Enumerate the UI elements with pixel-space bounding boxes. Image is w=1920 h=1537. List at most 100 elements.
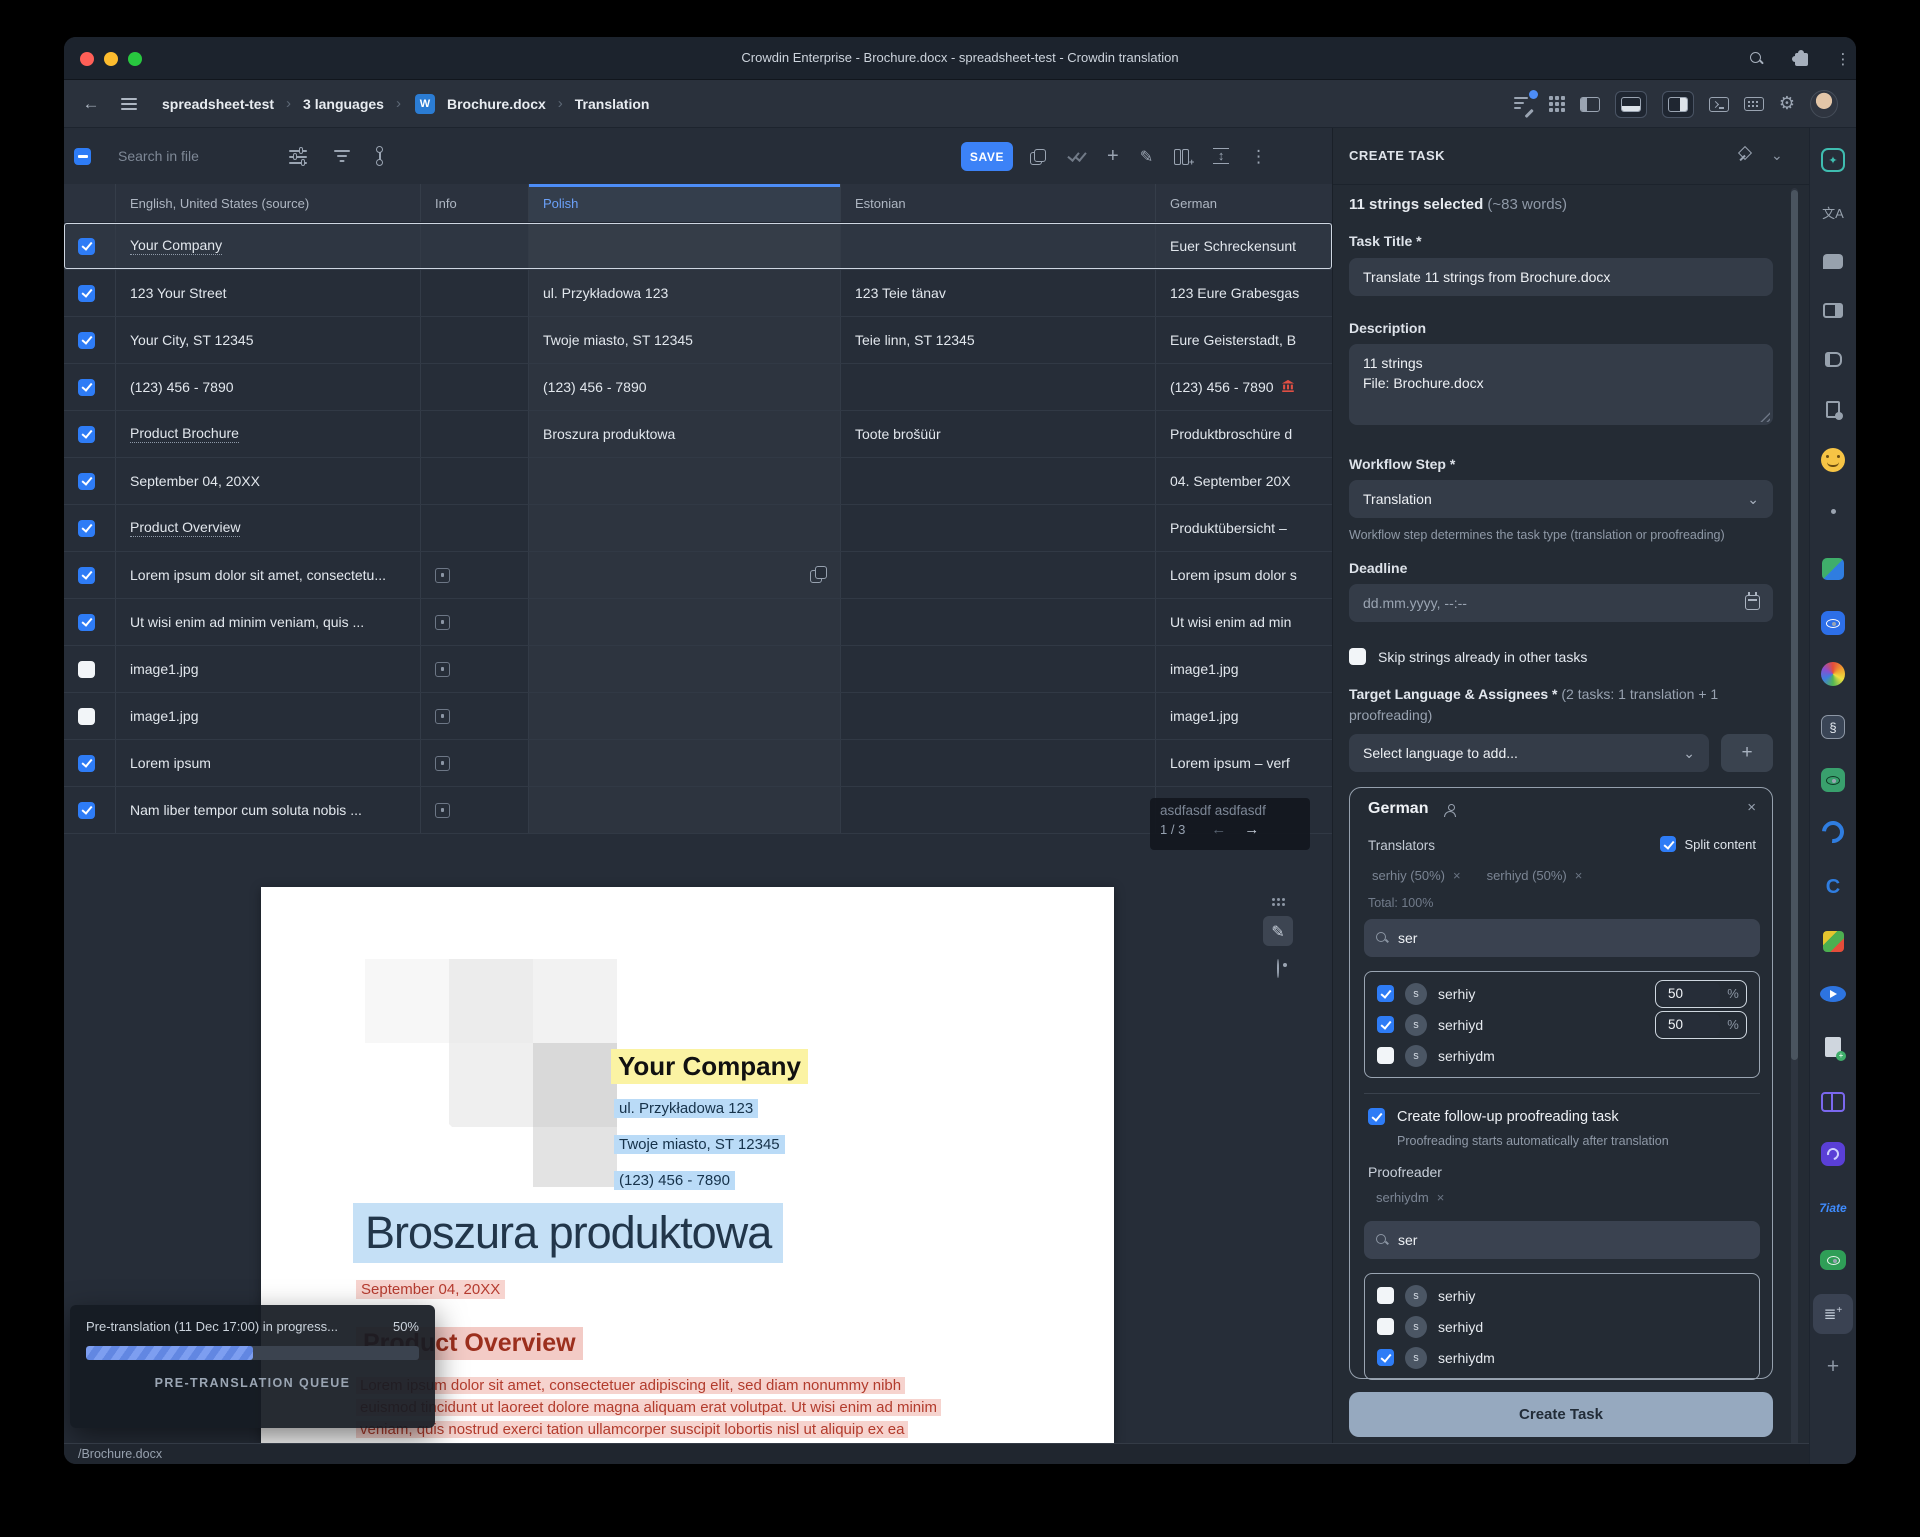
add-string-icon[interactable]: + [1107, 146, 1119, 166]
skip-strings-row[interactable]: Skip strings already in other tasks [1349, 648, 1587, 665]
pretranslate-icon[interactable] [1514, 96, 1534, 112]
table-row[interactable]: Product Brochure Broszura produktowaToot… [64, 411, 1332, 458]
doc-plus-app-icon[interactable]: + [1816, 1030, 1850, 1064]
c-app-icon[interactable]: C [1816, 870, 1850, 904]
remove-tag-icon[interactable]: × [1575, 868, 1583, 883]
member-row[interactable]: s serhiy [1365, 1280, 1759, 1311]
add-language-button[interactable]: + [1721, 734, 1773, 772]
column-header-source[interactable]: English, United States (source) [115, 184, 420, 222]
workflow-steps-icon[interactable] [375, 146, 385, 166]
member-checkbox[interactable] [1377, 1016, 1394, 1033]
split-content-row[interactable]: Split content [1660, 836, 1756, 852]
collapse-panel-icon[interactable]: ⌄ [1771, 148, 1783, 162]
member-checkbox[interactable] [1377, 985, 1394, 1002]
table-row[interactable]: Product Overview Produktübersicht – [64, 505, 1332, 552]
paragraph-app-icon[interactable]: § [1816, 710, 1850, 744]
string-info-icon[interactable] [435, 615, 450, 630]
row-checkbox[interactable] [78, 332, 95, 349]
grid-view-icon[interactable] [1549, 96, 1565, 112]
member-row[interactable]: s serhiyd [1365, 1311, 1759, 1342]
glossary-book-icon[interactable] [1816, 342, 1850, 376]
table-row[interactable]: (123) 456 - 7890 (123) 456 - 7890 (123) … [64, 364, 1332, 411]
browser-search-icon[interactable] [1746, 48, 1768, 70]
add-column-icon[interactable]: + [1174, 149, 1192, 164]
right-panel-toggle[interactable] [1662, 91, 1694, 118]
translator-tag[interactable]: serhiy (50%)× [1372, 868, 1461, 883]
breadcrumb-project[interactable]: spreadsheet-test [162, 96, 274, 112]
column-header-polish[interactable]: Polish [528, 184, 840, 222]
color-wheel-icon[interactable] [1816, 657, 1850, 691]
pretranslation-toast[interactable]: Pre-translation (11 Dec 17:00) in progre… [70, 1305, 435, 1428]
member-row[interactable]: s serhiy 50% [1365, 978, 1759, 1009]
string-info-icon[interactable] [435, 662, 450, 677]
search-settings-icon[interactable] [289, 148, 309, 164]
table-row[interactable]: 123 Your Street ul. Przykładowa 123123 T… [64, 270, 1332, 317]
column-header-info[interactable]: Info [420, 184, 528, 222]
bottom-panel-toggle[interactable] [1615, 91, 1647, 118]
row-checkbox[interactable] [78, 802, 95, 819]
remove-language-icon[interactable]: × [1747, 799, 1756, 816]
member-checkbox[interactable] [1377, 1047, 1394, 1064]
comments-icon[interactable] [1816, 244, 1850, 278]
copy-source-cell-icon[interactable] [810, 566, 826, 582]
row-checkbox[interactable] [78, 426, 95, 443]
settings-gear-icon[interactable]: ⚙ [1779, 95, 1795, 113]
emoji-app-icon[interactable] [1816, 443, 1850, 477]
proofreader-tag[interactable]: serhiydm× [1376, 1190, 1444, 1205]
eye-play-app-icon[interactable] [1816, 977, 1850, 1011]
ai-assistant-icon[interactable]: ✦ [1816, 143, 1850, 177]
green-eye2-app-icon[interactable] [1816, 1243, 1850, 1277]
description-textarea[interactable]: 11 strings File: Brochure.docx [1349, 344, 1773, 425]
browser-menu-icon[interactable]: ⋮ [1832, 48, 1854, 70]
purple-columns-app-icon[interactable] [1816, 1085, 1850, 1119]
percent-input[interactable]: 50% [1655, 1011, 1747, 1039]
keyboard-shortcuts-icon[interactable] [1744, 97, 1764, 111]
language-select[interactable]: Select language to add... ⌄ [1349, 734, 1709, 772]
table-row[interactable]: September 04, 20XX 04. September 20X [64, 458, 1332, 505]
logo-text-app-icon[interactable]: 7iate [1816, 1191, 1850, 1225]
inline-translation-editor[interactable]: asdfasdf asdfasdf 1 / 3 ← → [1150, 798, 1310, 850]
proofreader-search-input[interactable]: ser [1364, 1221, 1760, 1259]
row-checkbox[interactable] [78, 755, 95, 772]
pretranslation-queue-link[interactable]: PRE-TRANSLATION QUEUE [86, 1376, 419, 1390]
translator-tag[interactable]: serhiyd (50%)× [1487, 868, 1583, 883]
row-checkbox[interactable] [78, 520, 95, 537]
row-checkbox[interactable] [78, 708, 95, 725]
row-checkbox[interactable] [78, 238, 95, 255]
row-checkbox[interactable] [78, 285, 95, 302]
blue-swirl-app-icon[interactable] [1816, 815, 1850, 849]
row-checkbox[interactable] [78, 567, 95, 584]
preview-visibility-button[interactable] [1277, 960, 1279, 978]
table-row[interactable]: image1.jpg image1.jpg [64, 646, 1332, 693]
console-icon[interactable] [1709, 97, 1729, 112]
pin-panel-icon[interactable] [1736, 146, 1754, 164]
table-row[interactable]: Lorem ipsum dolor sit amet, consectetu..… [64, 552, 1332, 599]
user-avatar[interactable] [1810, 90, 1838, 118]
back-icon[interactable]: ← [80, 93, 102, 115]
next-suggestion-icon[interactable]: → [1244, 821, 1259, 838]
table-row[interactable]: Nam liber tempor cum soluta nobis ... as… [64, 787, 1332, 834]
create-task-tool-icon-active[interactable]: ≣+ [1813, 1294, 1853, 1334]
member-row[interactable]: s serhiyd 50% [1365, 1009, 1759, 1040]
table-row[interactable]: Lorem ipsum Lorem ipsum – verf [64, 740, 1332, 787]
deadline-input[interactable]: dd.mm.yyyy, --:-- [1349, 584, 1773, 622]
followup-row[interactable]: Create follow-up proofreading task [1368, 1108, 1619, 1125]
previous-suggestion-icon[interactable]: ← [1211, 821, 1226, 838]
string-info-icon[interactable] [435, 803, 450, 818]
remove-tag-icon[interactable]: × [1437, 1190, 1445, 1205]
breadcrumb-languages[interactable]: 3 languages [303, 96, 384, 112]
member-checkbox[interactable] [1377, 1287, 1394, 1304]
approve-all-icon[interactable] [1066, 150, 1086, 162]
followup-checkbox[interactable] [1368, 1108, 1385, 1125]
remove-tag-icon[interactable]: × [1453, 868, 1461, 883]
breadcrumb-step[interactable]: Translation [575, 96, 650, 112]
member-row[interactable]: s serhiydm [1365, 1040, 1759, 1071]
expand-rows-icon[interactable]: ↕ [1213, 148, 1229, 164]
calendar-icon[interactable] [1745, 595, 1760, 610]
string-info-icon[interactable] [435, 568, 450, 583]
table-row[interactable]: Your City, ST 12345 Twoje miasto, ST 123… [64, 317, 1332, 364]
drag-handle-icon[interactable] [1272, 898, 1284, 906]
translator-search-input[interactable]: ser [1364, 919, 1760, 957]
member-checkbox[interactable] [1377, 1318, 1394, 1335]
column-header-estonian[interactable]: Estonian [840, 184, 1155, 222]
